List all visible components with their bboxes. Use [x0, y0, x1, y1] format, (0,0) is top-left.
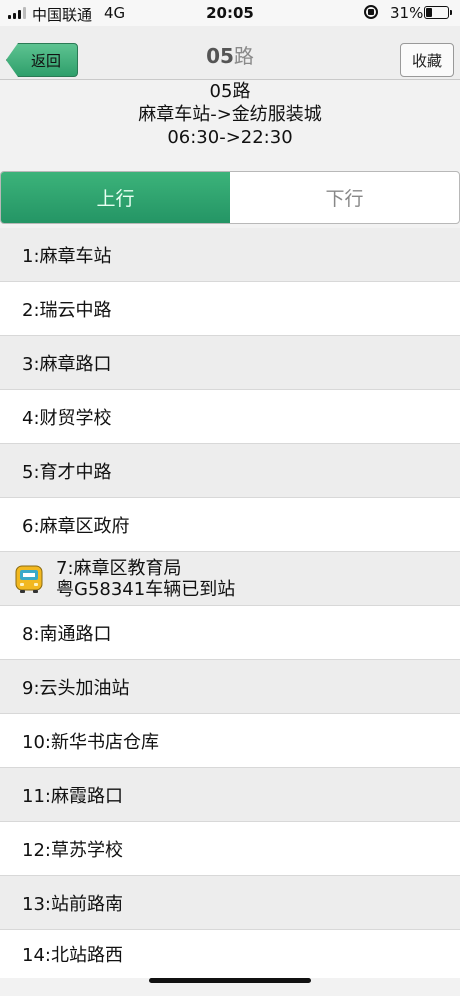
stop-item[interactable]: 9:云头加油站 [0, 660, 460, 714]
stop-item[interactable]: 3:麻章路口 [0, 336, 460, 390]
stop-label: 12:草苏学校 [22, 839, 123, 861]
favorite-button[interactable]: 收藏 [400, 43, 454, 77]
stop-label: 4:财贸学校 [22, 407, 112, 429]
stop-item[interactable]: 12:草苏学校 [0, 822, 460, 876]
battery-percent: 31% [390, 4, 424, 22]
stop-label: 7:麻章区教育局 [56, 557, 182, 579]
stop-label: 1:麻章车站 [22, 245, 112, 267]
stop-item[interactable]: 14:北站路西 [0, 930, 460, 978]
stop-label: 13:站前路南 [22, 893, 123, 915]
arrival-status: 粤G58341车辆已到站 [56, 578, 236, 600]
stop-label: 6:麻章区政府 [22, 515, 130, 537]
stop-label: 8:南通路口 [22, 623, 112, 645]
home-indicator[interactable] [149, 978, 311, 983]
stop-list: 1:麻章车站 2:瑞云中路 3:麻章路口 4:财贸学校 5:育才中路 6:麻章区… [0, 228, 460, 978]
rotation-lock-icon [364, 5, 378, 19]
direction-tabs: 上行 下行 [0, 171, 460, 224]
stop-item[interactable]: 8:南通路口 [0, 606, 460, 660]
route-name: 05路 [209, 81, 251, 102]
bus-icon [15, 565, 43, 593]
stop-label: 14:北站路西 [22, 945, 123, 966]
status-bar: 中国联通 4G 20:05 31% [0, 0, 460, 26]
stop-label: 9:云头加油站 [22, 677, 130, 699]
stop-item[interactable]: 11:麻霞路口 [0, 768, 460, 822]
stop-item[interactable]: 4:财贸学校 [0, 390, 460, 444]
stop-item[interactable]: 5:育才中路 [0, 444, 460, 498]
stop-item[interactable]: 10:新华书店仓库 [0, 714, 460, 768]
route-hours: 06:30->22:30 [167, 127, 293, 148]
stop-item[interactable]: 2:瑞云中路 [0, 282, 460, 336]
battery-icon [424, 6, 452, 19]
stop-label: 3:麻章路口 [22, 353, 112, 375]
stop-item-current[interactable]: 7:麻章区教育局 粤G58341车辆已到站 [0, 552, 460, 606]
page-title-suffix: 路 [233, 44, 254, 68]
stop-item[interactable]: 1:麻章车站 [0, 228, 460, 282]
nav-bar: 返回 05路 收藏 [0, 26, 460, 80]
tab-upbound[interactable]: 上行 [1, 172, 230, 223]
route-info: 05路 麻章车站->金纺服装城 06:30->22:30 [0, 80, 460, 149]
page-title-number: 05 [206, 44, 234, 68]
route-direction: 麻章车站->金纺服装城 [138, 104, 322, 125]
stop-label: 5:育才中路 [22, 461, 112, 483]
stop-label: 11:麻霞路口 [22, 785, 123, 807]
stop-item[interactable]: 13:站前路南 [0, 876, 460, 930]
stop-label: 10:新华书店仓库 [22, 731, 159, 753]
tab-downbound[interactable]: 下行 [230, 172, 459, 223]
stop-label: 2:瑞云中路 [22, 299, 112, 321]
stop-item[interactable]: 6:麻章区政府 [0, 498, 460, 552]
page-title: 05路 [0, 40, 460, 69]
